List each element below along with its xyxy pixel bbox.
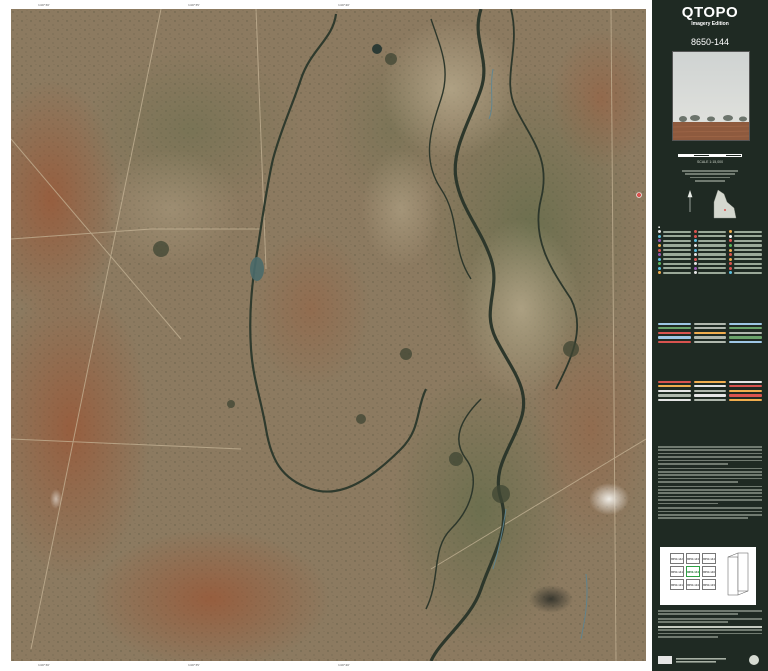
projection-info [682,170,738,184]
waterhole [250,257,264,281]
government-crest-icon [749,655,759,665]
legend-symbol-grid [658,230,762,275]
copyright-line [676,661,716,663]
index-cell[interactable]: 8650-142 [670,553,684,564]
index-cell[interactable]: 8650-131 [670,579,684,590]
disclaimer-text [658,446,762,521]
grid-tick-bottom: 149°40' [338,663,350,667]
floodplain-patch [381,19,521,159]
adjoining-sheets-index: 8650-142 8650-143 8650-144 8650-141 8650… [660,547,756,605]
floodplain-patch [461,219,581,399]
sheet-layout-diagram [727,552,749,596]
index-cell-current[interactable]: 8650-144 [686,566,700,577]
floodplain-patch [101,149,241,269]
cloud [589,483,629,515]
index-cell[interactable]: 8650-141 [670,566,684,577]
grid-tick-bottom: 149°30' [38,663,50,667]
grid-tick-top: 149°30' [38,3,50,7]
footer-text [658,610,762,640]
legend-section-head: ▪ [658,225,661,229]
legend-road-symbols [658,380,762,402]
cover-photo [672,51,750,141]
map-series-title: QTOPO [681,4,739,21]
index-cell[interactable]: 8650-146 [702,566,716,577]
footer-logos [658,655,759,665]
north-arrow-icon [687,190,693,212]
satellite-imagery[interactable] [11,9,646,661]
floodplain-patch [361,149,441,269]
index-cell[interactable]: 8650-133 [702,579,716,590]
queensland-locator-icon [713,189,737,219]
locator-graphic [687,189,737,219]
red-soil-patch [251,229,371,389]
marker-point [636,192,642,198]
map-edition-subtitle: Imagery Edition [691,21,729,27]
grid-tick-top: 149°40' [338,3,350,7]
photo-sky [673,52,749,122]
map-frame: 149°30' 149°35' 149°40' 149°30' 149°35' … [0,0,652,671]
copyright-line [676,658,726,660]
scale-bar [678,154,742,157]
index-cell[interactable]: 8650-144 [702,553,716,564]
dam [372,44,382,54]
sheet-location-dot [724,209,726,211]
scale-label: SCALE 1:15,000 [696,160,724,164]
creative-commons-badge [658,656,672,664]
cloud [50,489,62,509]
grid-tick-bottom: 149°35' [188,663,200,667]
index-cell[interactable]: 8650-143 [686,553,700,564]
legend-line-symbols [658,322,762,344]
sheet-number: 8650-144 [690,37,730,47]
grid-tick-top: 149°35' [188,3,200,7]
legend-panel: QTOPO Imagery Edition 8650-144 SCALE 1:1… [652,0,768,671]
index-cell[interactable]: 8650-134 [686,579,700,590]
cloud-shadow [529,585,573,613]
